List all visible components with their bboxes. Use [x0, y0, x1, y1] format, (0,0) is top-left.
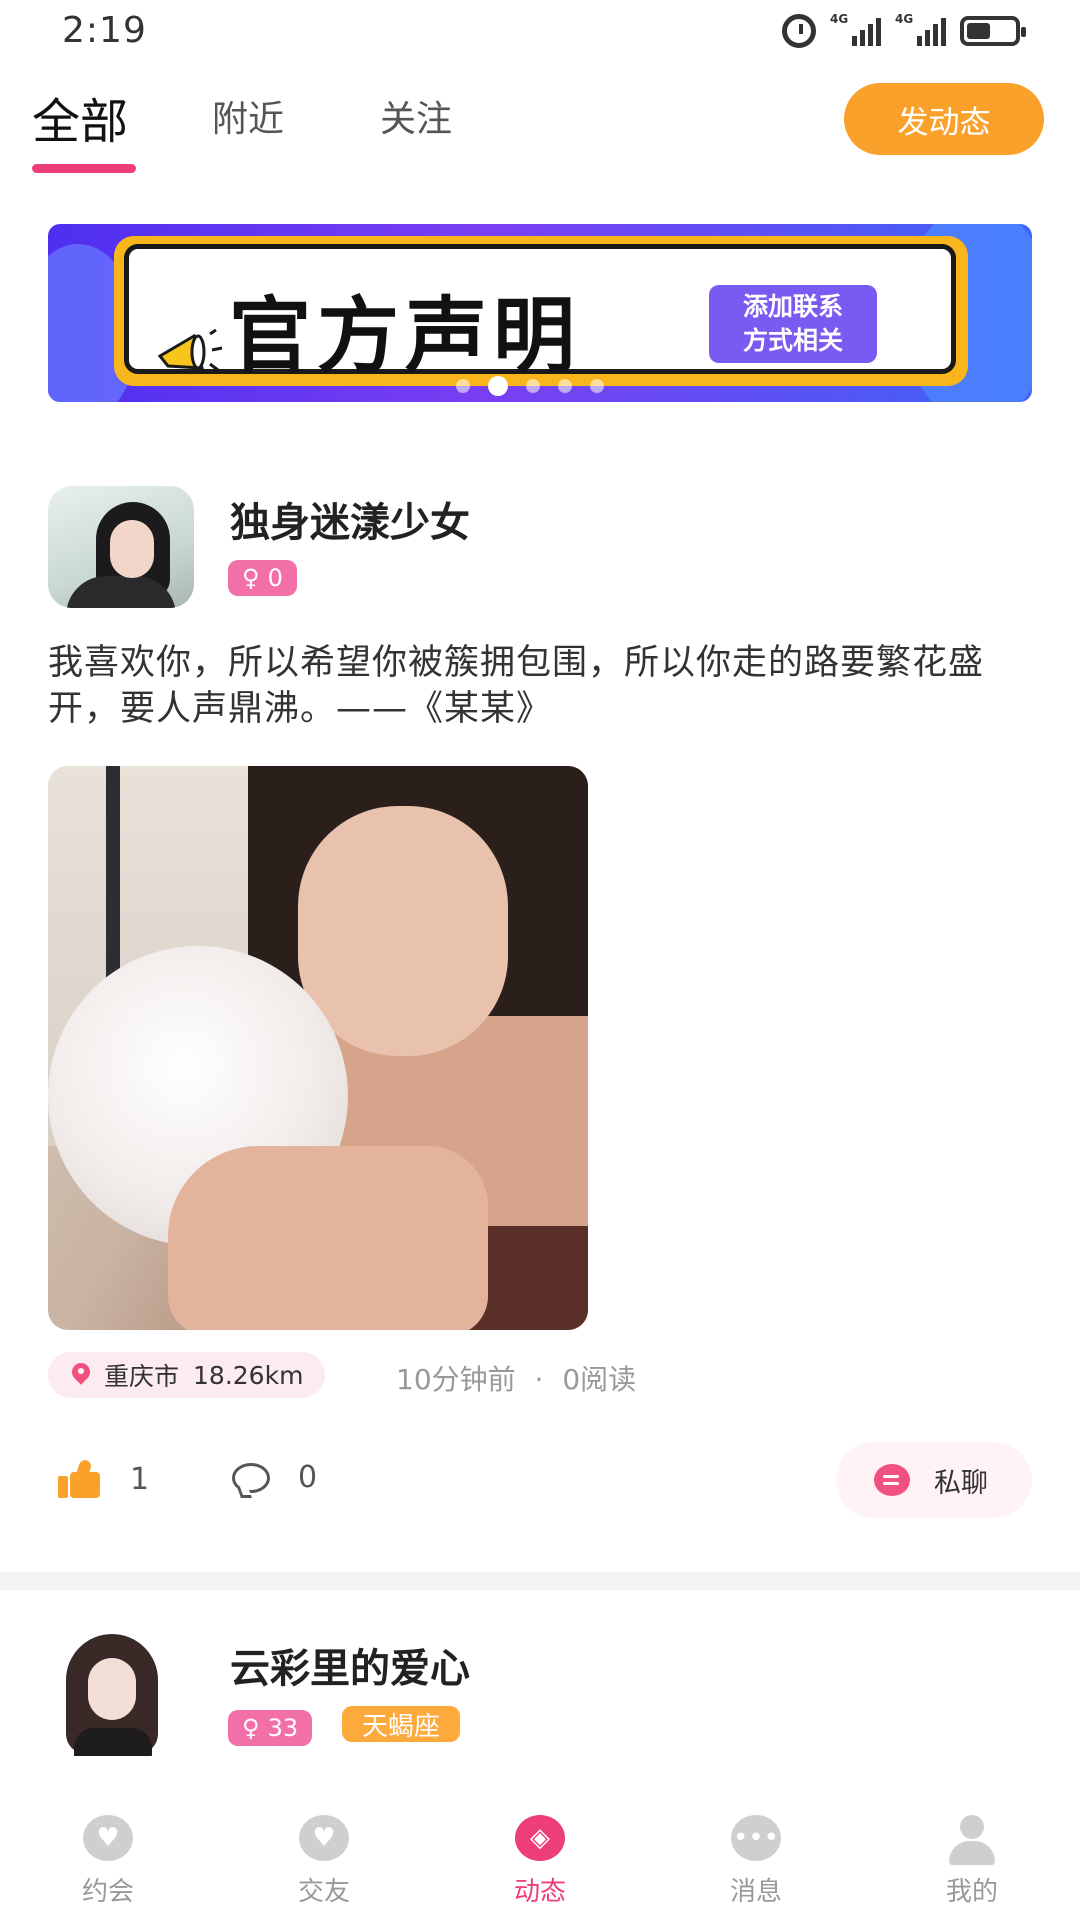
tab-following[interactable]: 关注 — [380, 90, 452, 142]
network-label-2: 4G — [895, 12, 914, 26]
meta-separator: · — [534, 1363, 544, 1396]
banner-card: 官方声明 添加联系 方式相关 — [114, 236, 968, 386]
thumbs-up-icon — [58, 1458, 100, 1498]
message-icon: ••• — [727, 1815, 785, 1865]
megaphone-icon — [157, 328, 223, 372]
signal-icon: 4G — [830, 12, 881, 46]
status-time: 2:19 — [62, 10, 147, 51]
tab-underline — [32, 164, 136, 173]
signal-icon-2: 4G — [895, 12, 946, 46]
banner-subtitle: 添加联系 方式相关 — [709, 285, 877, 363]
nav-item-mine[interactable]: 我的 — [902, 1815, 1042, 1908]
nav-label-friends: 交友 — [297, 1877, 350, 1907]
comment-button[interactable]: 0 — [232, 1460, 317, 1495]
nav-label-mine: 我的 — [945, 1877, 998, 1907]
status-bar: 2:19 4G 4G — [0, 0, 1080, 64]
location-city: 重庆市 — [104, 1362, 180, 1391]
nav-label-messages: 消息 — [729, 1877, 782, 1907]
like-count: 1 — [130, 1461, 150, 1497]
location-distance: 18.26km — [193, 1360, 304, 1390]
heart-bubble-icon: ♥ — [295, 1815, 353, 1865]
nav-item-moments[interactable]: ◈ 动态 — [470, 1815, 610, 1908]
alarm-icon — [782, 14, 816, 48]
carousel-dot[interactable] — [590, 379, 604, 393]
tab-nearby[interactable]: 附近 — [212, 90, 284, 142]
announcement-banner[interactable]: 官方声明 添加联系 方式相关 — [48, 224, 1032, 402]
read-count: 0阅读 — [562, 1363, 637, 1396]
like-button[interactable]: 1 — [58, 1458, 150, 1498]
carousel-dot[interactable] — [456, 379, 470, 393]
carousel-dot[interactable] — [526, 379, 540, 393]
bottom-nav: ♥ 约会 ♥ 交友 ◈ 动态 ••• 消息 我的 — [0, 1795, 1080, 1920]
comment-count: 0 — [298, 1460, 318, 1495]
age-value-2: 33 — [267, 1714, 299, 1742]
location-pill: 重庆市 18.26km — [48, 1352, 326, 1398]
tab-all[interactable]: 全部 — [32, 82, 128, 152]
age-value: 0 — [267, 564, 283, 592]
chat-label: 私聊 — [934, 1467, 988, 1499]
carousel-dot[interactable] — [488, 376, 508, 396]
compass-icon: ◈ — [511, 1815, 569, 1865]
comment-icon — [232, 1462, 270, 1493]
profile-icon — [943, 1815, 1001, 1865]
nav-label-moments: 动态 — [513, 1877, 566, 1907]
gender-age-badge: ♀ 0 — [228, 560, 297, 596]
chat-icon — [874, 1464, 910, 1496]
hearts-icon: ♥ — [79, 1815, 137, 1865]
nav-label-dating: 约会 — [81, 1877, 134, 1907]
nav-item-messages[interactable]: ••• 消息 — [686, 1815, 826, 1908]
banner-title: 官方声明 — [229, 289, 582, 384]
zodiac-badge: 天蝎座 — [342, 1706, 461, 1742]
carousel-indicator — [456, 376, 604, 396]
battery-icon — [960, 16, 1026, 46]
username[interactable]: 独身迷漾少女 — [230, 490, 470, 548]
avatar-2[interactable] — [52, 1630, 170, 1756]
post-text: 我喜欢你，所以希望你被簇拥包围，所以你走的路要繁花盛开，要人声鼎沸。——《某某》 — [48, 643, 985, 729]
top-tabs: 全部 附近 关注 发动态 — [0, 80, 1080, 180]
username-2[interactable]: 云彩里的爱心 — [230, 1636, 470, 1694]
private-chat-button[interactable]: 私聊 — [836, 1442, 1032, 1518]
gender-age-badge-2: ♀ 33 — [228, 1710, 313, 1746]
carousel-dot[interactable] — [558, 379, 572, 393]
post-status-button[interactable]: 发动态 — [844, 83, 1044, 155]
nav-item-friends[interactable]: ♥ 交友 — [254, 1815, 394, 1908]
post-divider — [0, 1572, 1080, 1590]
nav-item-dating[interactable]: ♥ 约会 — [38, 1815, 178, 1908]
post-time: 10分钟前 — [396, 1363, 516, 1396]
female-icon: ♀ — [242, 564, 260, 592]
post-meta: 10分钟前 · 0阅读 — [396, 1358, 636, 1398]
avatar[interactable] — [48, 486, 194, 608]
post-image[interactable] — [48, 766, 588, 1330]
female-icon-2: ♀ — [242, 1714, 260, 1742]
location-pin-icon — [72, 1363, 90, 1387]
network-label: 4G — [830, 12, 849, 26]
status-icons: 4G 4G — [782, 12, 1026, 48]
